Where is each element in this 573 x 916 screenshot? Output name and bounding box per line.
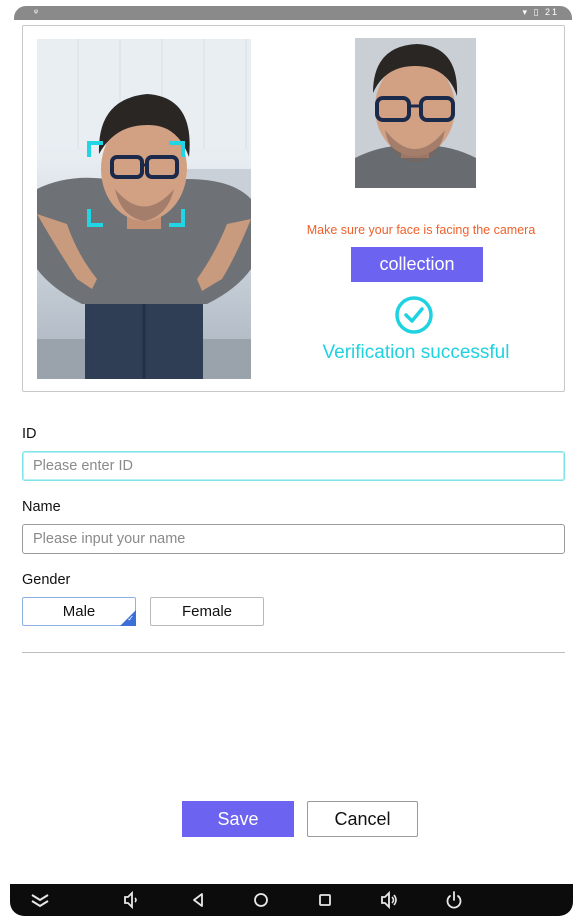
collection-button[interactable]: collection [351, 247, 483, 282]
name-label: Name [22, 499, 61, 515]
camera-preview [37, 39, 251, 379]
cancel-button[interactable]: Cancel [307, 801, 418, 837]
form-divider [22, 652, 565, 653]
id-label: ID [22, 426, 37, 442]
status-bar: ᵠ ▾ ▯ 21 [0, 0, 573, 20]
face-detection-frame [87, 141, 185, 227]
face-capture-panel: Make sure your face is facing the camera… [22, 25, 565, 392]
verification-status: Verification successful [322, 342, 510, 363]
checkmark-icon: ✓ [127, 614, 134, 623]
volume-up-icon[interactable] [377, 890, 401, 910]
back-icon[interactable] [186, 890, 210, 910]
name-input[interactable] [22, 524, 565, 554]
face-position-hint: Make sure your face is facing the camera [306, 223, 536, 237]
volume-down-icon[interactable] [118, 890, 142, 910]
captured-face-photo [355, 38, 476, 188]
power-icon[interactable] [442, 890, 466, 910]
check-circle-icon [395, 296, 433, 334]
collapse-icon[interactable] [28, 890, 52, 910]
save-button[interactable]: Save [182, 801, 294, 837]
gender-female-option[interactable]: Female [150, 597, 264, 626]
id-input[interactable] [22, 451, 565, 481]
home-icon[interactable] [249, 890, 273, 910]
gender-male-option[interactable]: Male ✓ [22, 597, 136, 626]
status-indicators: ▾ ▯ 21 [522, 7, 559, 17]
status-bar-background [14, 6, 572, 20]
recents-icon[interactable] [313, 890, 337, 910]
gender-female-label: Female [181, 603, 233, 620]
system-navigation-bar [10, 884, 573, 916]
gender-label: Gender [22, 572, 71, 588]
gender-male-label: Male [62, 603, 96, 620]
signal-icon: ᵠ [34, 7, 38, 17]
